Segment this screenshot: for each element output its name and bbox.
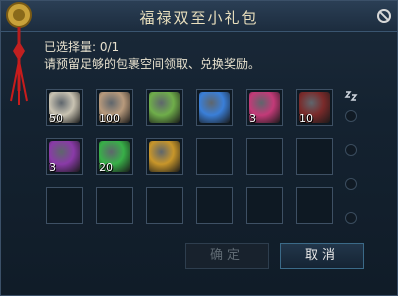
lucky-charm-ornament-icon xyxy=(6,2,32,105)
selected-count-label: 已选择量: xyxy=(44,40,97,54)
empty-reward-slot[interactable] xyxy=(96,187,133,224)
row-select-radio[interactable] xyxy=(345,178,357,190)
item-count: 3 xyxy=(249,112,256,125)
golden-medallion-icon xyxy=(149,141,180,172)
item-count: 10 xyxy=(299,112,313,125)
empty-reward-slot[interactable] xyxy=(296,187,333,224)
selected-count-value: 0/1 xyxy=(99,40,120,54)
reward-slot[interactable]: 50 xyxy=(46,89,83,126)
close-icon[interactable] xyxy=(377,9,391,23)
reward-slot[interactable] xyxy=(146,138,183,175)
empty-reward-slot[interactable] xyxy=(296,138,333,175)
row-select-radio[interactable] xyxy=(345,212,357,224)
reward-slot[interactable]: 10 xyxy=(296,89,333,126)
sort-icon[interactable] xyxy=(344,89,358,103)
row-select-radio[interactable] xyxy=(345,110,357,122)
empty-reward-slot[interactable] xyxy=(196,187,233,224)
reward-slot[interactable] xyxy=(196,89,233,126)
green-orb-box-icon xyxy=(149,92,180,123)
confirm-button[interactable]: 确定 xyxy=(185,243,269,269)
info-panel: 已选择量: 0/1 请预留足够的包裹空间领取、兑换奖励。 xyxy=(44,39,260,73)
empty-reward-slot[interactable] xyxy=(246,138,283,175)
dialog-title: 福禄双至小礼包 xyxy=(139,9,259,27)
reward-slot[interactable] xyxy=(146,89,183,126)
reward-grid: 50 100 3 10 3 20 xyxy=(46,89,333,224)
empty-reward-slot[interactable] xyxy=(46,187,83,224)
row-select-radio[interactable] xyxy=(345,144,357,156)
reward-slot[interactable]: 3 xyxy=(246,89,283,126)
title-bar: 福禄双至小礼包 xyxy=(1,1,397,32)
empty-reward-slot[interactable] xyxy=(146,187,183,224)
item-count: 50 xyxy=(49,112,63,125)
item-count: 20 xyxy=(99,161,113,174)
blue-orb-icon xyxy=(199,92,230,123)
empty-reward-slot[interactable] xyxy=(196,138,233,175)
reward-slot[interactable]: 20 xyxy=(96,138,133,175)
gift-pack-dialog: 福禄双至小礼包 已选择量: 0/1 请预留足够的包裹空间领取、兑换奖励。 50 1… xyxy=(0,0,398,296)
reward-slot[interactable]: 3 xyxy=(46,138,83,175)
item-count: 3 xyxy=(49,161,56,174)
space-hint-text: 请预留足够的包裹空间领取、兑换奖励。 xyxy=(44,57,261,71)
item-count: 100 xyxy=(99,112,120,125)
empty-reward-slot[interactable] xyxy=(246,187,283,224)
cancel-button[interactable]: 取消 xyxy=(280,243,364,269)
reward-slot[interactable]: 100 xyxy=(96,89,133,126)
